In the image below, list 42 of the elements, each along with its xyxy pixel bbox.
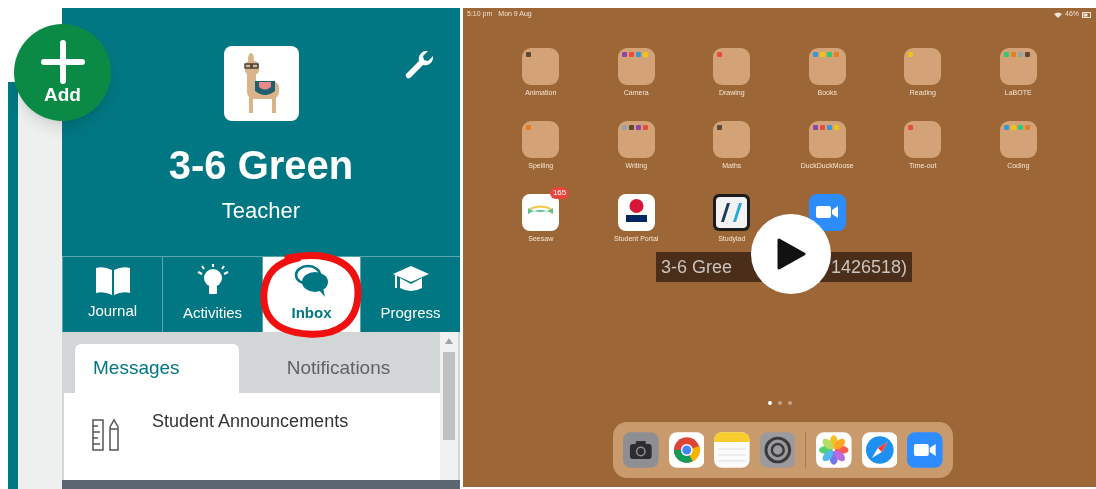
scroll-up-icon[interactable] (445, 338, 453, 344)
folder-icon[interactable] (999, 121, 1037, 158)
nav-tab[interactable]: Journal (62, 257, 162, 332)
folder-icon[interactable] (617, 48, 655, 85)
speech-bubbles-icon (292, 264, 331, 299)
message-title: Student Announcements (152, 410, 349, 433)
folder-icon[interactable] (904, 48, 942, 85)
scroll-thumb[interactable] (443, 352, 455, 440)
wifi-icon (1054, 11, 1062, 18)
message-row[interactable]: Student Announcements (64, 393, 440, 479)
folder-icon[interactable] (808, 121, 846, 158)
seesaw-app-icon[interactable] (522, 194, 560, 231)
caption-text: 1426518) (830, 255, 907, 279)
folder-icon[interactable] (904, 121, 942, 158)
waratah-app-icon[interactable] (617, 194, 655, 231)
class-name: 3-6 Green (168, 142, 354, 189)
message-filter-tab[interactable]: Messages (75, 344, 239, 393)
folder-icon[interactable] (522, 48, 560, 85)
studyladder-app-icon[interactable] (713, 194, 751, 231)
folder-icon[interactable] (617, 121, 655, 158)
caption-text: 3-6 Gree (661, 255, 733, 279)
photos-icon[interactable] (816, 432, 852, 468)
plus-icon (40, 39, 85, 84)
notes-icon[interactable] (714, 432, 750, 468)
scrollbar[interactable] (440, 332, 458, 480)
settings-icon[interactable] (759, 432, 796, 468)
camera-icon[interactable] (623, 432, 659, 468)
notification-badge: 165 (549, 187, 570, 199)
folder-icon[interactable] (713, 48, 751, 85)
folder-icon[interactable] (522, 121, 560, 158)
compass-icon[interactable] (861, 432, 898, 468)
video-camera-icon[interactable] (907, 432, 944, 468)
message-filter-tab[interactable]: Notifications (239, 344, 438, 393)
battery-icon (1082, 11, 1092, 18)
book-icon (93, 266, 132, 297)
role-label: Teacher (221, 197, 301, 225)
play-icon (776, 238, 806, 270)
video-camera-app-icon[interactable] (808, 194, 846, 231)
folder-icon[interactable] (999, 48, 1037, 85)
folder-icon[interactable] (713, 121, 751, 158)
folder-icon[interactable] (808, 48, 846, 85)
browser-icon[interactable] (668, 432, 705, 468)
